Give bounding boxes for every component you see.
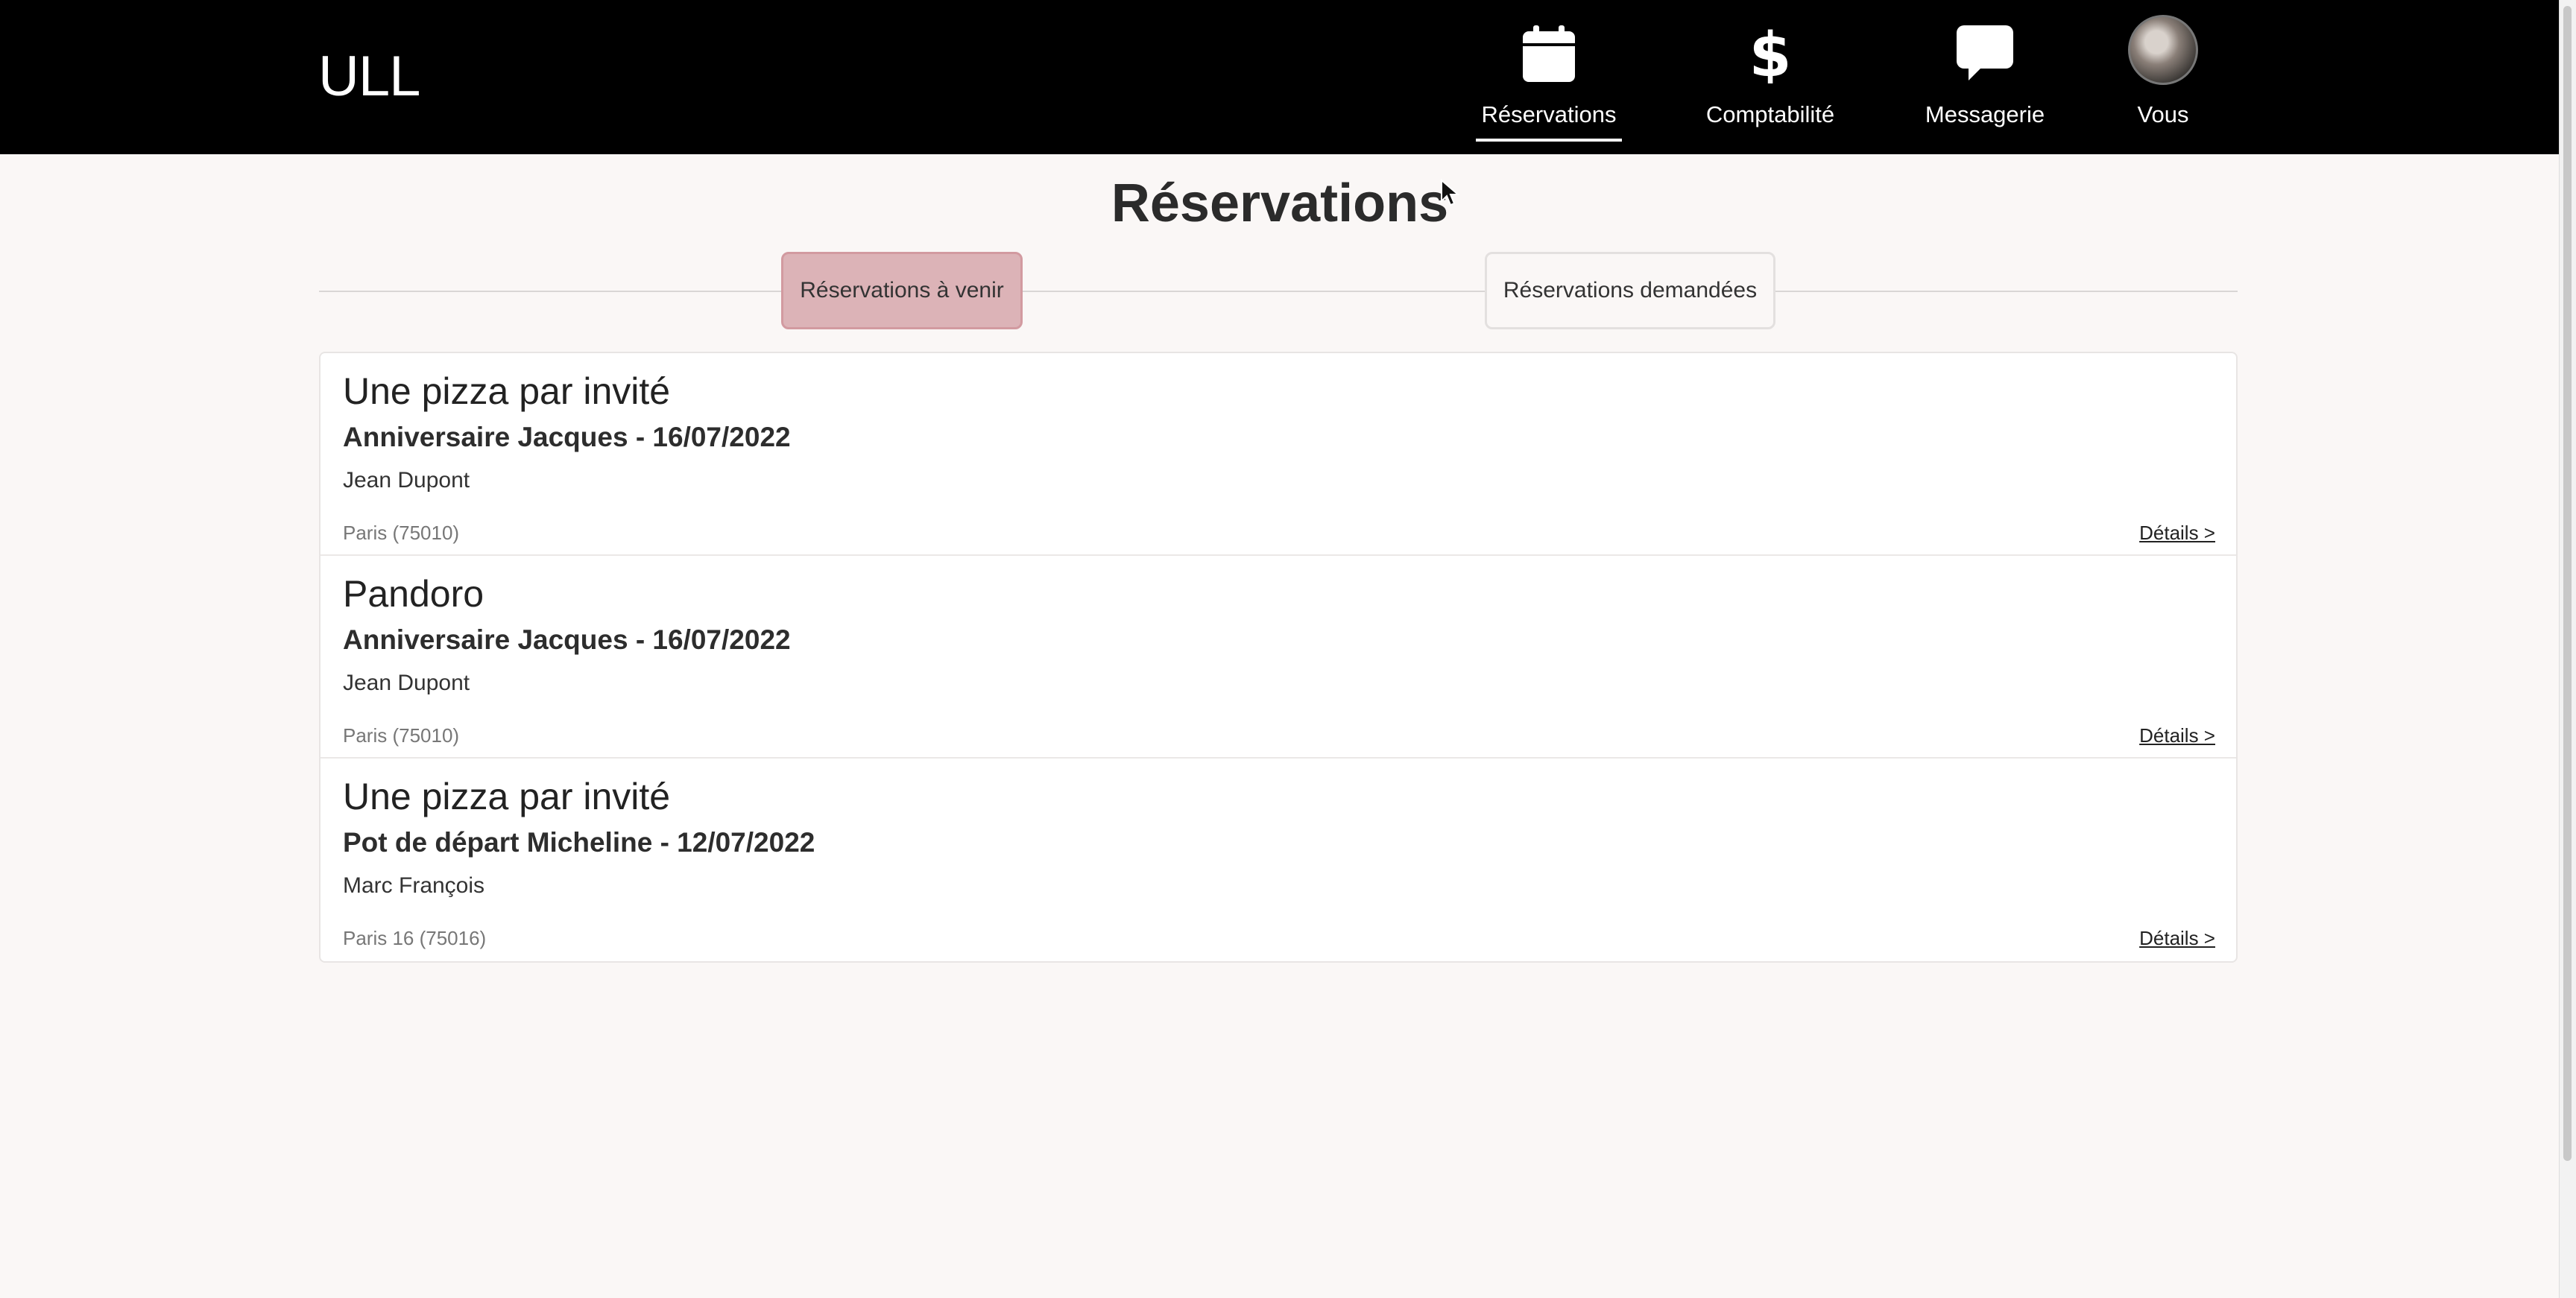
scrollbar-thumb[interactable] [2563,6,2572,1161]
active-nav-indicator [1476,139,1622,142]
reservation-card: Pandoro Anniversaire Jacques - 16/07/202… [321,556,2236,759]
page-title: Réservations [1111,174,1449,233]
reservation-card: Une pizza par invité Pot de départ Miche… [321,759,2236,961]
top-navbar: ULL Réservations $ Comptabilité Messager… [0,0,2560,154]
reservation-title: Une pizza par invité [343,370,671,412]
reservation-title: Pandoro [343,573,484,615]
reservation-client: Jean Dupont [343,468,470,493]
details-link[interactable]: Détails > [2139,724,2215,747]
dollar-icon: $ [1750,16,1790,91]
nav-vous-label: Vous [2137,101,2189,127]
reservation-title: Une pizza par invité [343,776,671,817]
reservation-location: Paris (75010) [343,522,460,544]
brand-logo[interactable]: ULL [318,43,420,110]
reservation-event: Pot de départ Micheline - 12/07/2022 [343,827,815,858]
reservation-event: Anniversaire Jacques - 16/07/2022 [343,422,791,452]
reservation-event: Anniversaire Jacques - 16/07/2022 [343,624,791,655]
reservation-location: Paris 16 (75016) [343,927,487,949]
nav-reservations-label: Réservations [1481,101,1617,127]
avatar-wrapper [2128,15,2198,91]
tab-requested-reservations[interactable]: Réservations demandées [1485,252,1775,329]
tabs-divider [319,291,2238,292]
chat-bubble-icon [1957,16,2013,91]
avatar [2128,15,2198,85]
details-link[interactable]: Détails > [2139,522,2215,545]
nav-comptabilite-label: Comptabilité [1705,101,1835,127]
nav-vous[interactable]: Vous [2089,0,2238,154]
nav-reservations[interactable]: Réservations [1474,0,1623,154]
mouse-cursor-icon [1440,178,1460,211]
nav-messagerie[interactable]: Messagerie [1910,0,2059,154]
reservation-location: Paris (75010) [343,724,460,747]
reservation-card: Une pizza par invité Anniversaire Jacque… [321,353,2236,556]
reservation-client: Marc François [343,873,485,898]
svg-text:$: $ [1750,24,1790,83]
calendar-icon [1523,16,1575,91]
scrollbar[interactable] [2559,0,2576,1298]
tab-upcoming-reservations[interactable]: Réservations à venir [781,252,1023,329]
reservation-client: Jean Dupont [343,671,470,695]
details-link[interactable]: Détails > [2139,927,2215,950]
reservations-list: Une pizza par invité Anniversaire Jacque… [319,352,2238,963]
nav-messagerie-label: Messagerie [1925,101,2045,127]
nav-comptabilite[interactable]: $ Comptabilité [1696,0,1845,154]
